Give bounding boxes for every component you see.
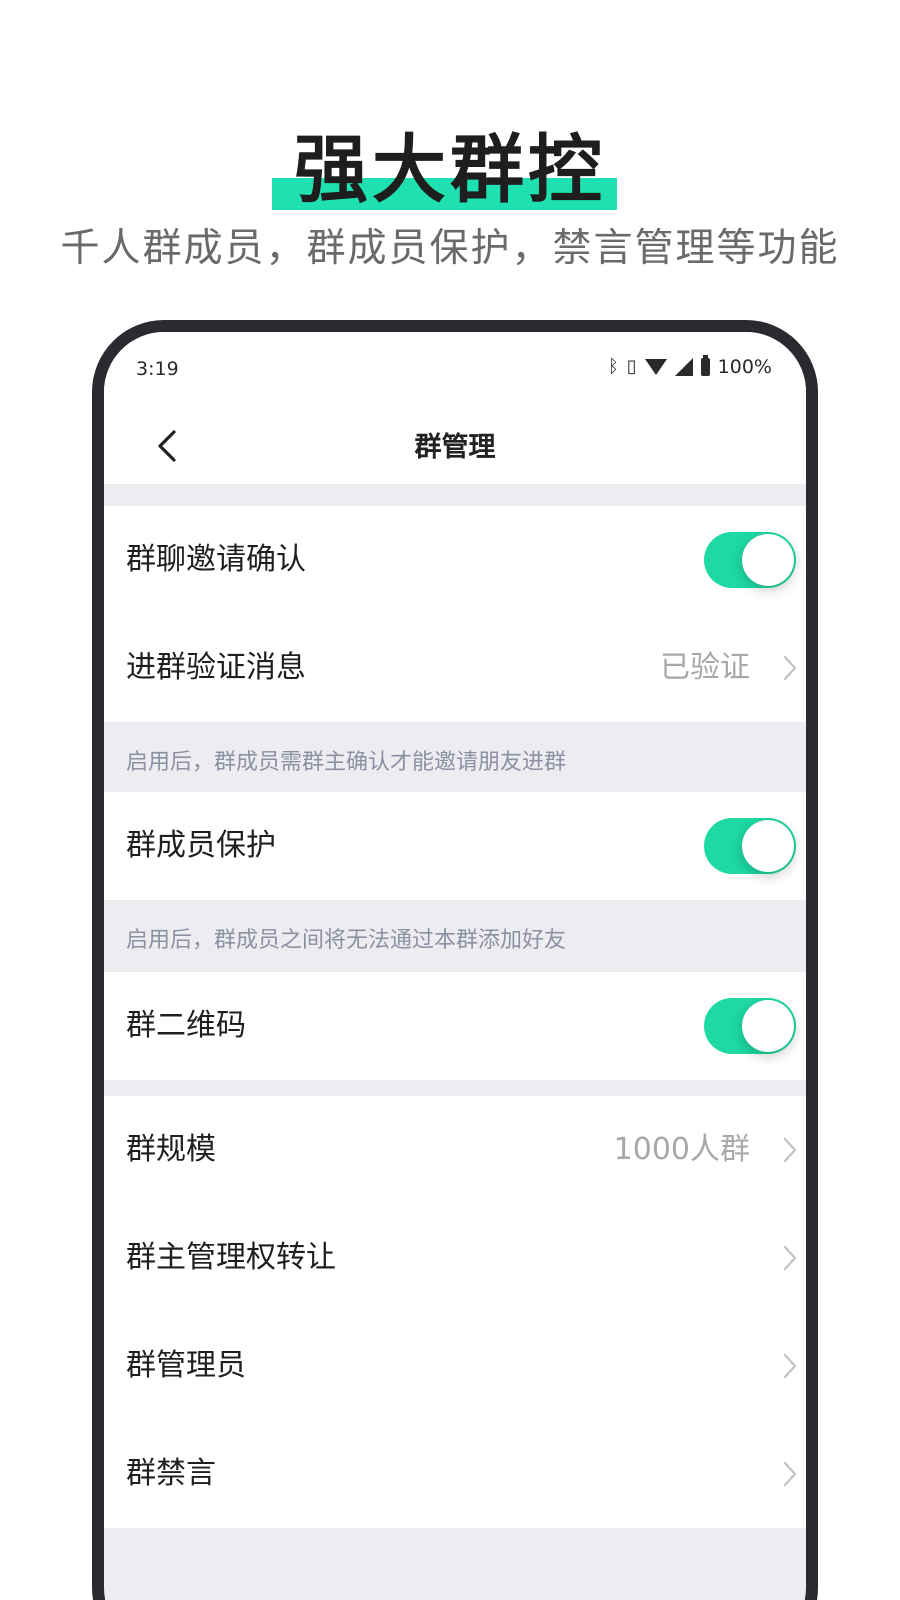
status-bar: 3:19 ᛒ ▯ 100% xyxy=(104,332,806,412)
row-value: 1000人群 xyxy=(613,1132,750,1167)
row-transfer-owner[interactable]: 群主管理权转让 xyxy=(104,1204,806,1312)
section-protect: 群成员保护 xyxy=(104,792,806,900)
signal-icon xyxy=(674,358,693,376)
chevron-right-icon xyxy=(783,1353,797,1379)
member-protect-toggle[interactable] xyxy=(704,818,796,874)
phone-screen: 3:19 ᛒ ▯ 100% 群管理 群聊邀请确认 进群验证消息 已验证 启用后，… xyxy=(104,332,806,1600)
section-qr: 群二维码 xyxy=(104,972,806,1080)
row-group-size[interactable]: 群规模 1000人群 xyxy=(104,1096,806,1204)
chevron-right-icon xyxy=(783,1461,797,1487)
toggle-knob xyxy=(742,820,794,872)
qr-code-toggle[interactable] xyxy=(704,998,796,1054)
row-verify-message[interactable]: 进群验证消息 已验证 xyxy=(104,614,806,722)
row-label: 群成员保护 xyxy=(126,828,276,863)
headline: 强大群控 xyxy=(294,127,606,213)
page-title: 群管理 xyxy=(414,432,496,463)
row-label: 群管理员 xyxy=(126,1348,246,1383)
row-label: 群规模 xyxy=(126,1132,216,1167)
bluetooth-icon: ᛒ xyxy=(607,356,619,377)
row-label: 群禁言 xyxy=(126,1456,216,1491)
vibrate-icon: ▯ xyxy=(626,356,637,377)
row-label: 群聊邀请确认 xyxy=(126,542,306,577)
nav-bar: 群管理 xyxy=(104,412,806,484)
row-label: 群主管理权转让 xyxy=(126,1240,336,1275)
battery-percent: 100% xyxy=(717,356,772,378)
section-invite: 群聊邀请确认 进群验证消息 已验证 xyxy=(104,506,806,722)
hint-text: 启用后，群成员需群主确认才能邀请朋友进群 xyxy=(126,750,567,775)
chevron-right-icon xyxy=(783,1137,797,1163)
row-value: 已验证 xyxy=(660,650,750,685)
toggle-knob xyxy=(742,1000,794,1052)
row-label: 进群验证消息 xyxy=(126,650,306,685)
chevron-right-icon xyxy=(783,655,797,681)
toggle-knob xyxy=(742,534,794,586)
row-qr-code: 群二维码 xyxy=(104,972,806,1080)
row-member-protect: 群成员保护 xyxy=(104,792,806,900)
chevron-right-icon xyxy=(783,1245,797,1271)
phone-frame: 3:19 ᛒ ▯ 100% 群管理 群聊邀请确认 进群验证消息 已验证 启用后，… xyxy=(92,320,818,1600)
status-icons: ᛒ ▯ 100% xyxy=(607,355,772,378)
row-invite-confirm: 群聊邀请确认 xyxy=(104,506,806,614)
section-management: 群规模 1000人群 群主管理权转让 群管理员 群禁言 xyxy=(104,1096,806,1528)
hint-text: 启用后，群成员之间将无法通过本群添加好友 xyxy=(126,928,567,953)
row-mute[interactable]: 群禁言 xyxy=(104,1420,806,1528)
row-admins[interactable]: 群管理员 xyxy=(104,1312,806,1420)
subtitle: 千人群成员，群成员保护，禁言管理等功能 xyxy=(60,226,840,271)
promo-page: 强大群控 千人群成员，群成员保护，禁言管理等功能 3:19 ᛒ ▯ 100% 群… xyxy=(0,0,900,1600)
status-time: 3:19 xyxy=(136,358,179,380)
wifi-icon xyxy=(644,359,667,375)
battery-icon xyxy=(700,355,710,376)
headline-container: 强大群控 xyxy=(0,120,900,220)
invite-confirm-toggle[interactable] xyxy=(704,532,796,588)
hint-invite: 启用后，群成员需群主确认才能邀请朋友进群 xyxy=(104,722,806,792)
row-label: 群二维码 xyxy=(126,1008,246,1043)
hint-protect: 启用后，群成员之间将无法通过本群添加好友 xyxy=(104,900,806,970)
